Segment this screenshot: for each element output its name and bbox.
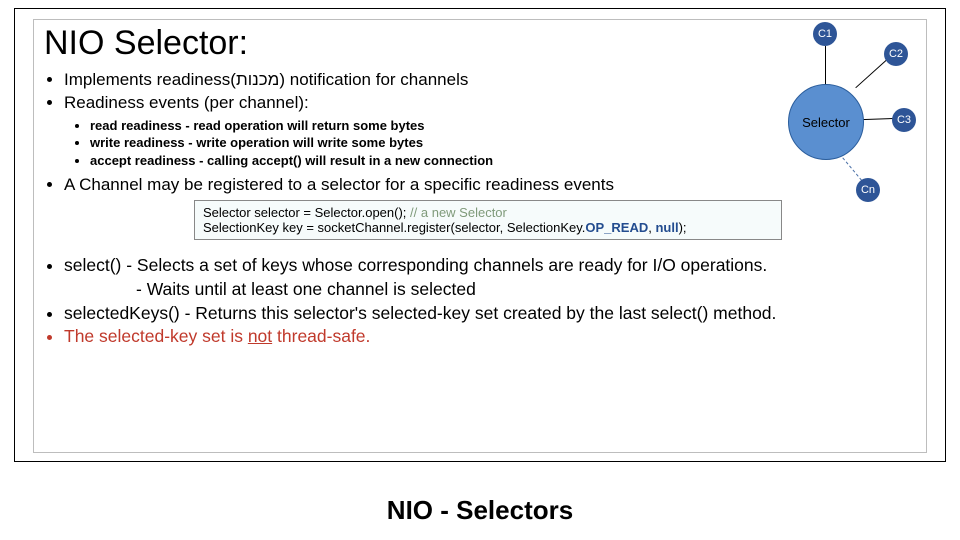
- selector-diagram: Selector C1 C2 C3 Cn: [698, 22, 918, 212]
- bottom-bullets: select() - Selects a set of keys whose c…: [64, 254, 916, 349]
- bullet-selectedkeys: selectedKeys() - Returns this selector's…: [64, 302, 916, 326]
- code-l2-null: null: [655, 220, 678, 235]
- code-line-2: SelectionKey key = socketChannel.registe…: [203, 220, 773, 235]
- code-box: Selector selector = Selector.open(); // …: [194, 200, 782, 240]
- code-l1a: Selector selector = Selector.open();: [203, 205, 410, 220]
- code-l2a: SelectionKey key = socketChannel.registe…: [203, 220, 585, 235]
- code-l1-comment: // a new Selector: [410, 205, 507, 220]
- bullet-select-l1: select() - Selects a set of keys whose c…: [64, 255, 767, 275]
- bullet-threadsafe: The selected-key set is not thread-safe.: [64, 325, 916, 349]
- bullet-ts-c: thread-safe.: [272, 326, 370, 346]
- node-c1: C1: [813, 22, 837, 46]
- inner-frame: NIO Selector: Implements readiness(מכנות…: [33, 19, 927, 453]
- node-c2: C2: [884, 42, 908, 66]
- slide: NIO Selector: Implements readiness(מכנות…: [0, 0, 960, 540]
- bullet-ts-a: The selected-key set is: [64, 326, 248, 346]
- selector-node: Selector: [788, 84, 864, 160]
- selector-label: Selector: [802, 115, 850, 130]
- node-cn: Cn: [856, 178, 880, 202]
- bullet-ts-not: not: [248, 326, 272, 346]
- bullet-select-l2: - Waits until at least one channel is se…: [136, 278, 916, 302]
- node-c3: C3: [892, 108, 916, 132]
- bullet-select: select() - Selects a set of keys whose c…: [64, 254, 916, 301]
- edge-c1: [825, 46, 826, 86]
- code-l2-opread: OP_READ: [585, 220, 648, 235]
- edge-c2: [855, 58, 888, 88]
- footer-title: NIO - Selectors: [0, 495, 960, 526]
- outer-frame: NIO Selector: Implements readiness(מכנות…: [14, 8, 946, 462]
- code-l2e: );: [679, 220, 687, 235]
- code-line-1: Selector selector = Selector.open(); // …: [203, 205, 773, 220]
